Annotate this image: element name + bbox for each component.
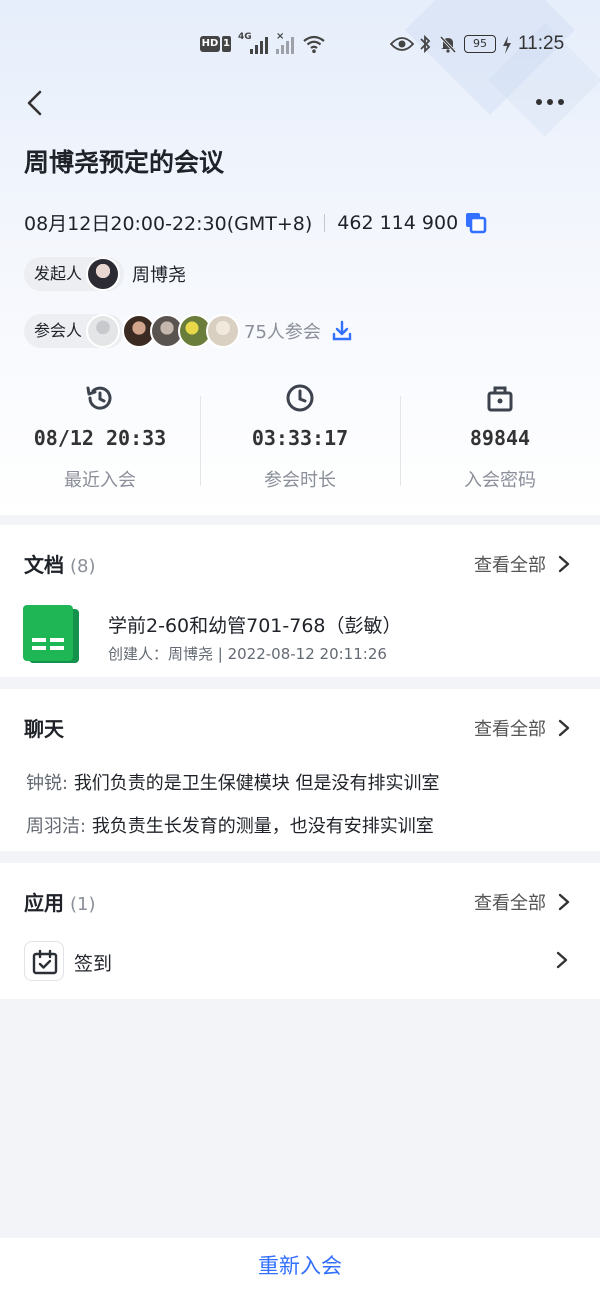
chat-title: 聊天 (24, 717, 64, 741)
view-all-label: 查看全部 (474, 555, 546, 576)
app-item-checkin[interactable]: 签到 (0, 935, 600, 991)
apps-title: 应用 (24, 891, 64, 915)
copy-icon[interactable] (464, 211, 488, 235)
message-text: 我负责生长发育的测量，也没有安排实训室 (91, 816, 434, 837)
stat-value: 08/12 20:33 (33, 426, 167, 450)
stat-password: 89844 入会密码 (400, 370, 600, 510)
attendee-avatar (206, 314, 241, 348)
sim-indicator: 1 (222, 36, 231, 52)
bluetooth-icon (420, 34, 431, 54)
meeting-id: 462 114 900 (337, 211, 459, 234)
download-icon[interactable] (331, 320, 353, 342)
attendee-count: 75人参会 (244, 322, 321, 343)
wifi-icon (303, 35, 325, 53)
attendees-row[interactable]: 参会人 75人参会 (24, 313, 353, 349)
signal-2-icon (276, 36, 296, 54)
chat-message: 周羽洁: 我负责生长发育的测量，也没有安排实训室 (26, 812, 434, 838)
documents-title: 文档 (24, 553, 64, 577)
divider (324, 213, 326, 232)
apps-count: (1) (70, 894, 96, 915)
chevron-right-icon (558, 719, 570, 737)
meeting-stats: 08/12 20:33 最近入会 03:33:17 参会时长 89844 入会密… (0, 370, 600, 510)
organizer-label: 发起人 (34, 264, 83, 283)
document-name: 学前2-60和幼管701-768（彭敏） (108, 615, 402, 637)
app-label: 签到 (74, 953, 113, 975)
eye-icon (390, 37, 414, 51)
section-title: 聊天 (24, 713, 64, 743)
bottom-action-bar: 重新入会 (0, 1238, 600, 1300)
clock-icon (286, 384, 314, 412)
lock-icon (487, 386, 513, 412)
stat-value: 03:33:17 (251, 426, 349, 450)
battery-indicator: 95 (464, 35, 496, 53)
documents-view-all[interactable]: 查看全部 (474, 551, 570, 577)
stat-label: 入会密码 (464, 470, 536, 491)
attendee-avatar (86, 314, 121, 348)
document-meta: 创建人：周博尧 | 2022-08-12 20:11:26 (108, 645, 387, 663)
mute-bell-icon (439, 35, 457, 54)
chevron-right-icon (558, 555, 570, 573)
stat-label: 参会时长 (264, 470, 336, 491)
charging-icon (503, 36, 511, 54)
documents-count: (8) (70, 556, 96, 577)
message-sender: 周羽洁: (26, 816, 87, 837)
organizer-row: 发起人 周博尧 (24, 256, 186, 292)
view-all-label: 查看全部 (474, 719, 546, 740)
stat-value: 89844 (469, 426, 531, 450)
meeting-time-range: 08月12日20:00-22:30(GMT+8) (24, 213, 313, 235)
chevron-right-icon (556, 951, 568, 969)
stat-last-join: 08/12 20:33 最近入会 (0, 370, 200, 510)
meeting-time-row: 08月12日20:00-22:30(GMT+8) 462 114 900 (24, 209, 488, 236)
meeting-title: 周博尧预定的会议 (24, 148, 225, 177)
signal-icon (250, 36, 270, 54)
chat-section: 聊天 查看全部 钟锐: 我们负责的是卫生保健模块 但是没有排实训室 周羽洁: 我… (0, 689, 600, 851)
chat-message: 钟锐: 我们负责的是卫生保健模块 但是没有排实训室 (26, 769, 440, 795)
attendees-chip[interactable]: 参会人 (24, 314, 125, 348)
more-options-icon[interactable] (536, 95, 566, 109)
back-arrow-icon[interactable] (24, 88, 48, 118)
organizer-chip: 发起人 (24, 257, 125, 291)
section-title: 文档 (8) (24, 549, 96, 579)
calendar-check-icon (32, 949, 58, 975)
view-all-label: 查看全部 (474, 893, 546, 914)
chat-view-all[interactable]: 查看全部 (474, 715, 570, 741)
spreadsheet-icon (23, 605, 79, 663)
rejoin-button[interactable]: 重新入会 (238, 1246, 362, 1284)
hd-indicator: HD (200, 36, 220, 52)
apps-section: 应用 (1) 查看全部 签到 (0, 863, 600, 999)
message-sender: 钟锐: (26, 773, 69, 794)
documents-section: 文档 (8) 查看全部 学前2-60和幼管701-768（彭敏） 创建人：周博尧 … (0, 525, 600, 677)
history-clock-icon (86, 386, 112, 410)
organizer-name: 周博尧 (132, 265, 187, 286)
stat-label: 最近入会 (64, 470, 136, 491)
organizer-avatar[interactable] (86, 257, 121, 291)
section-title: 应用 (1) (24, 887, 96, 917)
message-text: 我们负责的是卫生保健模块 但是没有排实训室 (73, 773, 440, 794)
attendees-label: 参会人 (34, 321, 83, 340)
chevron-right-icon (558, 893, 570, 911)
status-bar: HD 1 4G × 95 11:25 (0, 30, 600, 60)
stat-duration: 03:33:17 参会时长 (200, 370, 400, 510)
app-icon-container (24, 941, 64, 981)
clock-time: 11:25 (518, 33, 565, 54)
apps-view-all[interactable]: 查看全部 (474, 889, 570, 915)
